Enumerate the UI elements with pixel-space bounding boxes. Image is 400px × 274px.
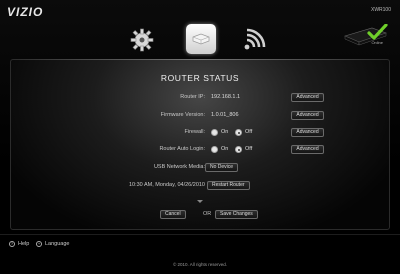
firewall-on-radio[interactable] <box>211 129 218 136</box>
firewall-off-label: Off <box>245 129 253 135</box>
restart-router-button[interactable]: Restart Router <box>207 181 250 190</box>
router-status-panel: ROUTER STATUS Router IP: 192.168.1.1 Adv… <box>10 59 390 230</box>
router-ip-label: Router IP: <box>180 94 205 100</box>
gear-icon <box>130 28 154 52</box>
row-usb: USB Network Media: No Device <box>11 162 391 173</box>
panel-title: ROUTER STATUS <box>160 73 240 83</box>
or-label: OR <box>203 211 212 217</box>
router-status-graphic <box>342 23 390 50</box>
usb-label: USB Network Media: <box>153 164 205 170</box>
row-router-ip: Router IP: 192.168.1.1 Advanced <box>11 92 391 103</box>
no-device-button[interactable]: No Device <box>205 163 239 172</box>
language-link[interactable]: + Language <box>36 241 69 247</box>
footer-divider <box>0 234 400 235</box>
nav-settings[interactable] <box>124 24 160 56</box>
nav-wireless[interactable] <box>236 24 272 56</box>
auto-login-on-label: On <box>221 146 229 152</box>
auto-login-label: Router Auto Login: <box>159 146 205 152</box>
row-auto-login: Router Auto Login: On Off Advanced <box>11 144 391 155</box>
help-link[interactable]: ? Help <box>9 241 29 247</box>
wireless-icon <box>244 28 266 50</box>
auto-login-off-radio[interactable] <box>235 146 242 153</box>
router-app: VIZIO XWR100 Online ROUTER STATUS Router… <box>0 0 400 274</box>
help-label: Help <box>18 241 30 247</box>
nav-router[interactable] <box>182 22 220 56</box>
top-nav <box>0 18 400 62</box>
auto-login-advanced-button[interactable]: Advanced <box>291 145 324 154</box>
firmware-label: Firmware Version: <box>160 112 205 118</box>
router-ip-value: 192.168.1.1 <box>211 94 241 100</box>
auto-login-on-radio[interactable] <box>211 146 218 153</box>
row-firewall: Firewall: On Off Advanced <box>11 127 391 138</box>
online-status-label: Online <box>371 40 383 45</box>
chevron-down-icon <box>197 200 203 203</box>
row-firmware: Firmware Version: 1.0.01_806 Advanced <box>11 110 391 121</box>
cancel-button[interactable]: Cancel <box>160 210 186 219</box>
firmware-value: 1.0.01_806 <box>211 112 239 118</box>
firewall-on-label: On <box>221 129 229 135</box>
language-icon: + <box>36 241 42 247</box>
router-ip-advanced-button[interactable]: Advanced <box>291 93 324 102</box>
copyright-text: © 2010. All rights reserved. <box>172 262 228 267</box>
firmware-advanced-button[interactable]: Advanced <box>291 111 324 120</box>
router-online-icon <box>344 23 388 46</box>
row-datetime: 10:30 AM, Monday, 04/26/2010 Restart Rou… <box>11 180 391 191</box>
router-icon <box>192 33 210 45</box>
help-icon: ? <box>9 241 15 247</box>
auto-login-off-label: Off <box>245 146 253 152</box>
router-tile <box>186 24 216 54</box>
panel-highlight <box>10 59 390 60</box>
firewall-label: Firewall: <box>184 129 205 135</box>
firewall-off-radio[interactable] <box>235 129 242 136</box>
language-label: Language <box>45 241 70 247</box>
save-changes-button[interactable]: Save Changes <box>215 210 258 219</box>
brand-logo: VIZIO <box>7 5 44 19</box>
model-label: XWR100 <box>370 7 391 13</box>
firewall-advanced-button[interactable]: Advanced <box>291 128 324 137</box>
datetime-value: 10:30 AM, Monday, 04/26/2010 <box>128 182 205 188</box>
